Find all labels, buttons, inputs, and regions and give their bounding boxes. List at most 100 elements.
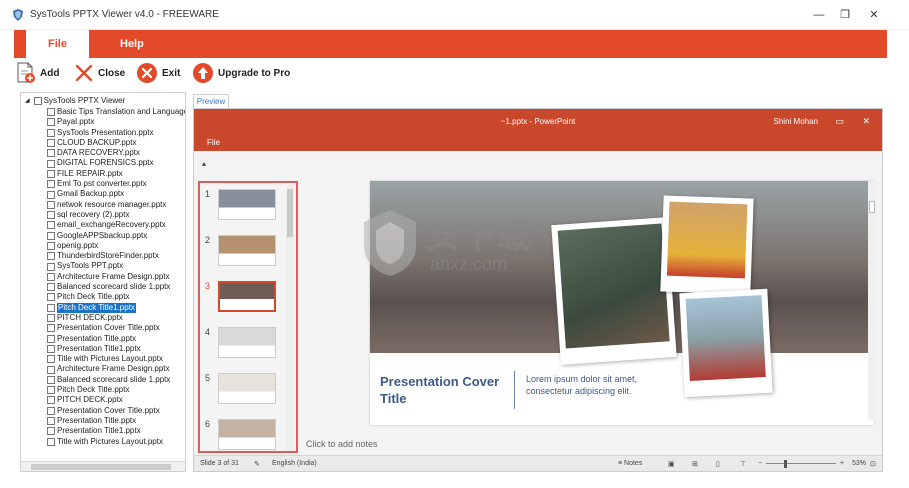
tree-item[interactable]: Architecture Frame Design.pptx: [47, 364, 185, 374]
tree-item-checkbox[interactable]: [47, 108, 55, 117]
slide-thumbnail[interactable]: [218, 235, 276, 266]
zoom-slider-knob[interactable]: [784, 460, 787, 468]
zoom-in-icon[interactable]: +: [840, 460, 844, 467]
tree-item-checkbox[interactable]: [47, 118, 55, 127]
tree-item[interactable]: GoogleAPPSbackup.pptx: [47, 231, 185, 241]
tree-item-checkbox[interactable]: [47, 355, 55, 364]
tree-item[interactable]: Eml To pst converter.pptx: [47, 179, 185, 189]
tree-item-checkbox[interactable]: [47, 406, 55, 415]
tree-item[interactable]: Balanced scorecard slide 1.pptx: [47, 375, 185, 385]
tree-item-checkbox[interactable]: [47, 283, 55, 292]
zoom-level[interactable]: 53%: [852, 460, 866, 467]
tree-item[interactable]: Pitch Deck Title.pptx: [47, 385, 185, 395]
fit-to-window-icon[interactable]: ⊡: [870, 460, 876, 468]
slideshow-icon[interactable]: ⊤: [740, 460, 746, 468]
tree-item-checkbox[interactable]: [47, 180, 55, 189]
tree-item-checkbox[interactable]: [47, 314, 55, 323]
tree-item-checkbox[interactable]: [47, 375, 55, 384]
upgrade-button[interactable]: Upgrade to Pro: [192, 62, 290, 84]
preview-tab[interactable]: Preview: [193, 94, 229, 108]
tree-item-checkbox[interactable]: [47, 231, 55, 240]
exit-button[interactable]: Exit: [136, 62, 180, 84]
tree-item-checkbox[interactable]: [47, 344, 55, 353]
tree-item[interactable]: Presentation Title.pptx: [47, 334, 185, 344]
tree-item[interactable]: Architecture Frame Design.pptx: [47, 272, 185, 282]
tree-item[interactable]: ThunderbirdStoreFinder.pptx: [47, 251, 185, 261]
tree-item[interactable]: Gmail Backup.pptx: [47, 189, 185, 199]
maximize-button[interactable]: ❐: [834, 6, 856, 24]
tree-item[interactable]: Payal.pptx: [47, 117, 185, 127]
tree-item-checkbox[interactable]: [47, 396, 55, 405]
tree-root[interactable]: ◢ SysTools PPTX Viewer: [25, 96, 125, 105]
tree-item[interactable]: DATA RECOVERY.pptx: [47, 148, 185, 158]
notes-placeholder[interactable]: Click to add notes: [306, 439, 378, 449]
tree-item-checkbox[interactable]: [47, 190, 55, 199]
tree-item[interactable]: PITCH DECK.pptx: [47, 313, 185, 323]
tree-item[interactable]: Balanced scorecard slide 1.pptx: [47, 282, 185, 292]
slide-thumbnail[interactable]: [218, 281, 276, 312]
tree-item-checkbox[interactable]: [47, 139, 55, 148]
tree-item[interactable]: SysTools Presentation.pptx: [47, 128, 185, 138]
spellcheck-icon[interactable]: ✎: [254, 460, 260, 468]
root-checkbox[interactable]: [33, 96, 42, 105]
tree-item-checkbox[interactable]: [47, 324, 55, 333]
tree-item-checkbox[interactable]: [47, 200, 55, 209]
reading-view-icon[interactable]: ▯: [716, 460, 720, 468]
tree-item-checkbox[interactable]: [47, 211, 55, 220]
tree-item-checkbox[interactable]: [47, 169, 55, 178]
tree-item-checkbox[interactable]: [47, 128, 55, 137]
tree-item[interactable]: sql recovery (2).pptx: [47, 210, 185, 220]
tree-item[interactable]: openig.pptx: [47, 241, 185, 251]
tree-item[interactable]: DIGITAL FORENSICS.pptx: [47, 158, 185, 168]
tree-horizontal-scrollbar[interactable]: [21, 461, 185, 471]
tree-item[interactable]: SysTools PPT.pptx: [47, 261, 185, 271]
tree-item-checkbox[interactable]: [47, 365, 55, 374]
tree-item[interactable]: Pitch Deck Title.pptx: [47, 292, 185, 302]
tab-file[interactable]: File: [26, 30, 89, 58]
tree-item[interactable]: Presentation Cover Title.pptx: [47, 406, 185, 416]
slide-thumbnail[interactable]: [218, 419, 276, 450]
tree-item[interactable]: Presentation Title1.pptx: [47, 426, 185, 436]
slide-thumbnail[interactable]: [218, 327, 276, 358]
slide-thumbnail[interactable]: [218, 189, 276, 220]
tree-item[interactable]: netwok resource manager.pptx: [47, 200, 185, 210]
zoom-out-icon[interactable]: −: [758, 460, 762, 467]
tree-item-checkbox[interactable]: [47, 437, 55, 446]
tree-item[interactable]: Presentation Cover Title.pptx: [47, 323, 185, 333]
tree-item-checkbox[interactable]: [47, 159, 55, 168]
minimize-button[interactable]: —: [808, 6, 830, 24]
tree-item-checkbox[interactable]: [47, 242, 55, 250]
ribbon-display-icon[interactable]: ▭: [835, 116, 844, 127]
tree-item[interactable]: CLOUD BACKUP.pptx: [47, 138, 185, 148]
tree-item[interactable]: email_exchangeRecovery.pptx: [47, 220, 185, 230]
pp-close-icon[interactable]: ✕: [862, 116, 870, 127]
close-button[interactable]: Close: [74, 62, 125, 84]
tree-item-checkbox[interactable]: [47, 386, 55, 395]
tree-item-checkbox[interactable]: [47, 427, 55, 436]
tree-item[interactable]: Basic Tips Translation and Language Ger: [47, 107, 185, 117]
ribbon-collapse-icon[interactable]: ▴: [202, 159, 206, 168]
slide-thumbnail[interactable]: [218, 373, 276, 404]
tree-item-checkbox[interactable]: [47, 417, 55, 426]
normal-view-icon[interactable]: ▣: [668, 460, 675, 468]
notes-toggle[interactable]: ≡ Notes: [618, 460, 642, 467]
close-window-button[interactable]: ✕: [863, 6, 885, 24]
collapse-triangle-icon[interactable]: ◢: [25, 97, 30, 104]
tree-item[interactable]: Presentation Title1.pptx: [47, 344, 185, 354]
tree-item-checkbox[interactable]: [47, 334, 55, 343]
thumbnails-scrollbar[interactable]: [286, 185, 294, 451]
tree-item[interactable]: FILE REPAIR.pptx: [47, 169, 185, 179]
tree-item[interactable]: Presentation Title.pptx: [47, 416, 185, 426]
language-status[interactable]: English (India): [272, 460, 317, 467]
slide-vertical-scrollbar[interactable]: [868, 181, 876, 421]
pp-file-menu[interactable]: File: [207, 138, 220, 147]
add-button[interactable]: Add: [16, 62, 59, 84]
tree-item-checkbox[interactable]: [47, 252, 55, 261]
tree-item-checkbox[interactable]: [47, 272, 55, 281]
zoom-slider[interactable]: [766, 463, 836, 464]
tree-item-checkbox[interactable]: [47, 221, 55, 230]
tab-help[interactable]: Help: [98, 30, 166, 58]
tree-item-checkbox[interactable]: [47, 262, 55, 271]
tree-item-checkbox[interactable]: [47, 303, 55, 312]
tree-item[interactable]: Title with Pictures Layout.pptx: [47, 354, 185, 364]
